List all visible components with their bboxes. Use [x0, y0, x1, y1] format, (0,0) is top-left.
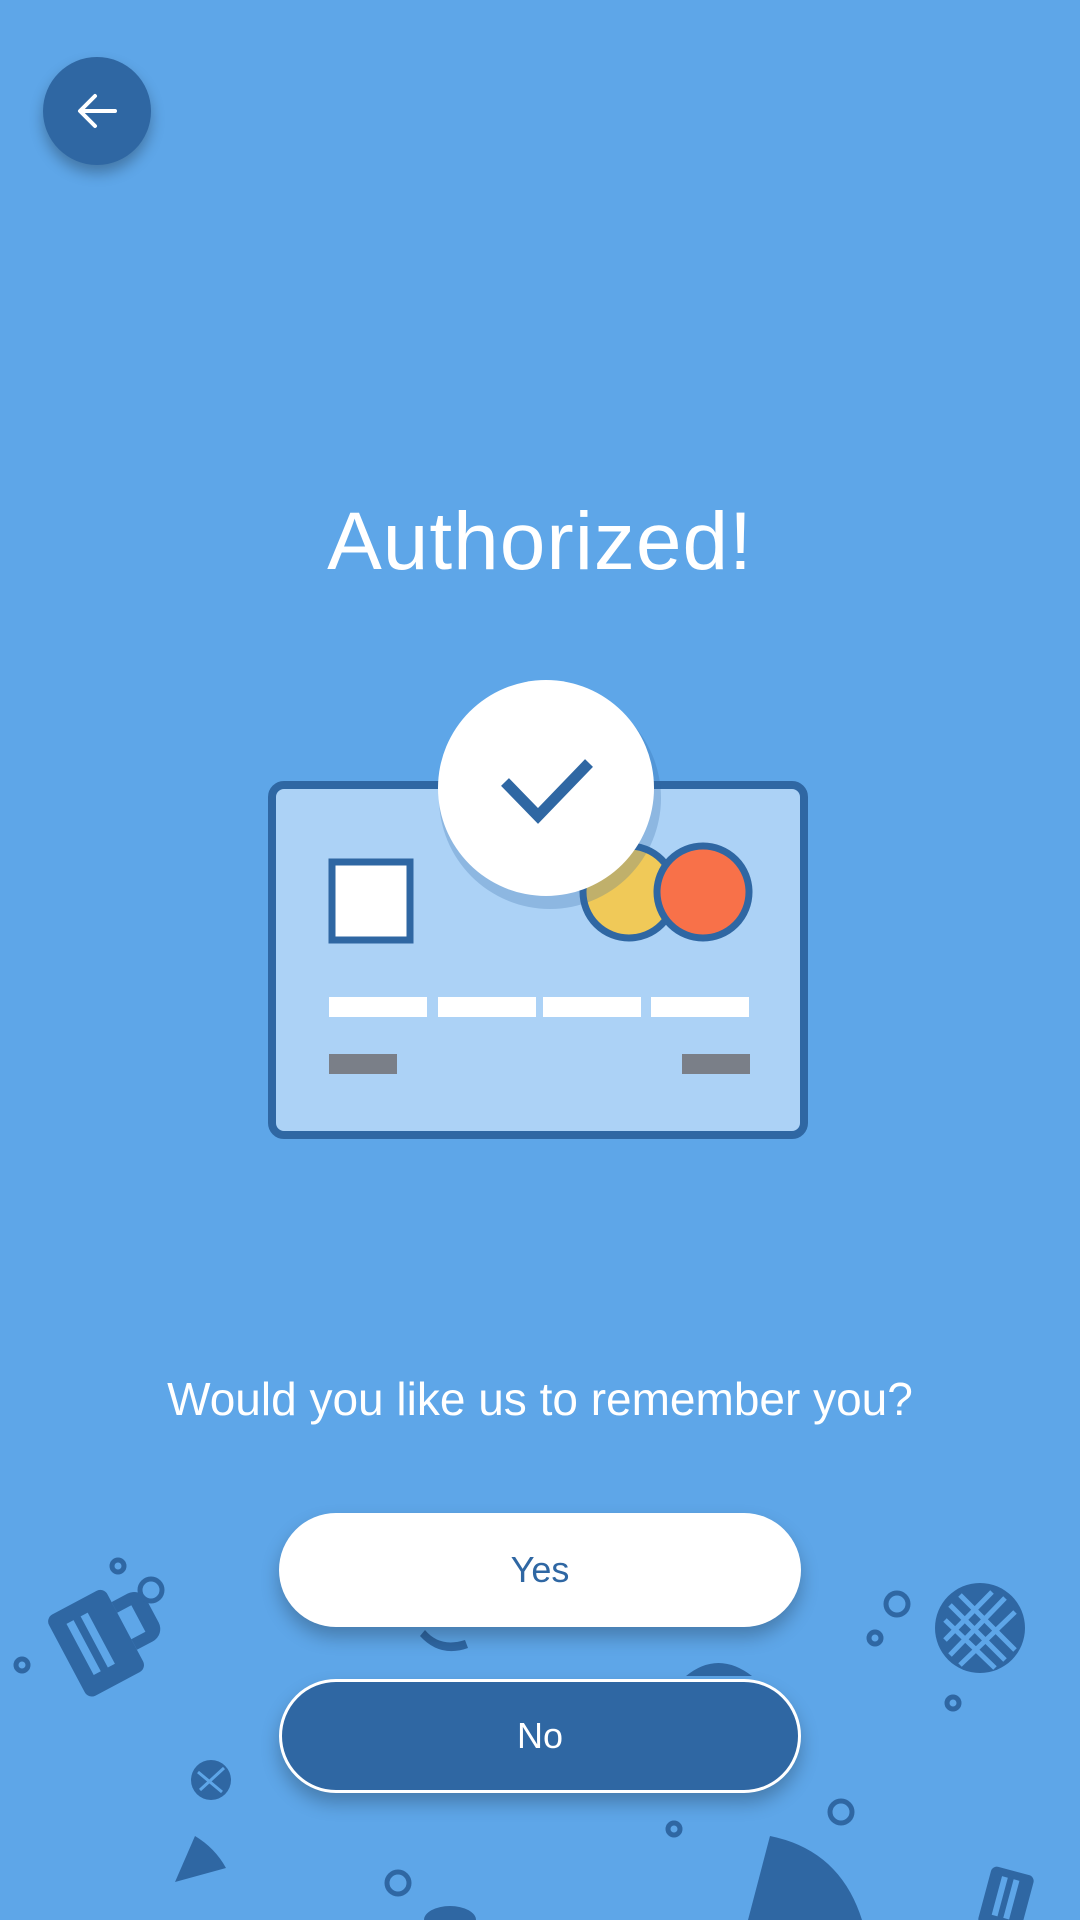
waffle-icon	[935, 1583, 1025, 1673]
no-button[interactable]: No	[279, 1679, 801, 1793]
arrow-left-icon	[78, 94, 117, 128]
beer-mug-icon	[48, 1589, 161, 1697]
pizza-slice-icon	[748, 1836, 862, 1920]
checkmark-badge	[438, 680, 661, 909]
page-title: Authorized!	[327, 496, 753, 587]
yes-button[interactable]: Yes	[279, 1513, 801, 1627]
credit-card-illustration	[268, 680, 808, 1139]
back-button[interactable]	[43, 57, 151, 165]
remember-question: Would you like us to remember you?	[167, 1373, 913, 1425]
pizza-slice-icon	[175, 1836, 226, 1882]
waffle-icon	[191, 1760, 231, 1800]
